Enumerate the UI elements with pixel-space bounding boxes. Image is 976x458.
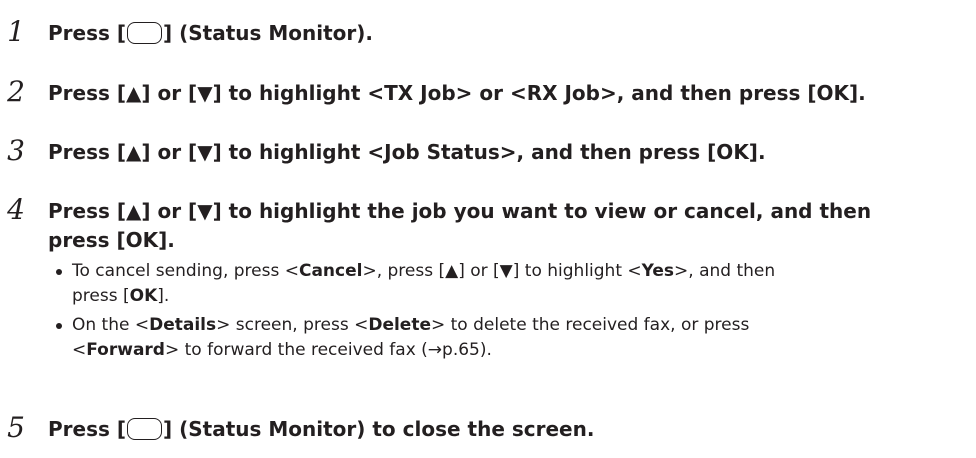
note-text: >, press [▲] or [▼] to highlight < (362, 261, 642, 281)
note-text: On the < (72, 315, 150, 335)
step-number: 3 (7, 134, 25, 167)
step-text-part: ] (Status Monitor) to close the screen. (163, 417, 595, 441)
step-number: 4 (7, 193, 25, 226)
note-text: > to forward the received fax (→p.65). (164, 340, 492, 360)
status-monitor-key-icon (127, 22, 162, 44)
status-monitor-key-icon (127, 418, 162, 440)
step-text: Press [▲] or [▼] to highlight <Job Statu… (48, 140, 766, 164)
step-text: Press [ ] (Status Monitor) to close the s… (48, 415, 968, 444)
note-text: < (72, 340, 87, 360)
note-text: > to delete the received fax, or press (430, 315, 750, 335)
note-text: >, and then (674, 261, 776, 281)
note-bold: Yes (641, 261, 675, 281)
note-item: On the <Details> screen, press <Delete> … (48, 313, 948, 363)
step-number: 5 (7, 411, 25, 444)
step-number: 2 (7, 75, 25, 108)
note-text: > screen, press < (216, 315, 369, 335)
step-text: Press [▲] or [▼] to highlight the job yo… (48, 197, 968, 255)
step-text: Press [ ] (Status Monitor). (48, 19, 968, 48)
step-number: 1 (7, 15, 25, 48)
step-text-line: press [OK]. (48, 228, 175, 252)
note-text: To cancel sending, press < (72, 261, 299, 281)
step-text-part: ] (Status Monitor). (163, 21, 374, 45)
note-bold: Delete (368, 315, 431, 335)
note-bold: OK (129, 286, 158, 306)
step-text-part: Press [ (48, 417, 126, 441)
step-4-notes: To cancel sending, press <Cancel>, press… (48, 259, 948, 367)
note-bold: Forward (86, 340, 165, 360)
step-text-part: Press [ (48, 21, 126, 45)
note-text: press [ (72, 286, 130, 306)
step-text: Press [▲] or [▼] to highlight <TX Job> o… (48, 81, 866, 105)
step-text-line: Press [▲] or [▼] to highlight the job yo… (48, 199, 872, 223)
note-text: ]. (157, 286, 170, 306)
note-bold: Details (149, 315, 217, 335)
note-item: To cancel sending, press <Cancel>, press… (48, 259, 948, 309)
note-bold: Cancel (298, 261, 363, 281)
